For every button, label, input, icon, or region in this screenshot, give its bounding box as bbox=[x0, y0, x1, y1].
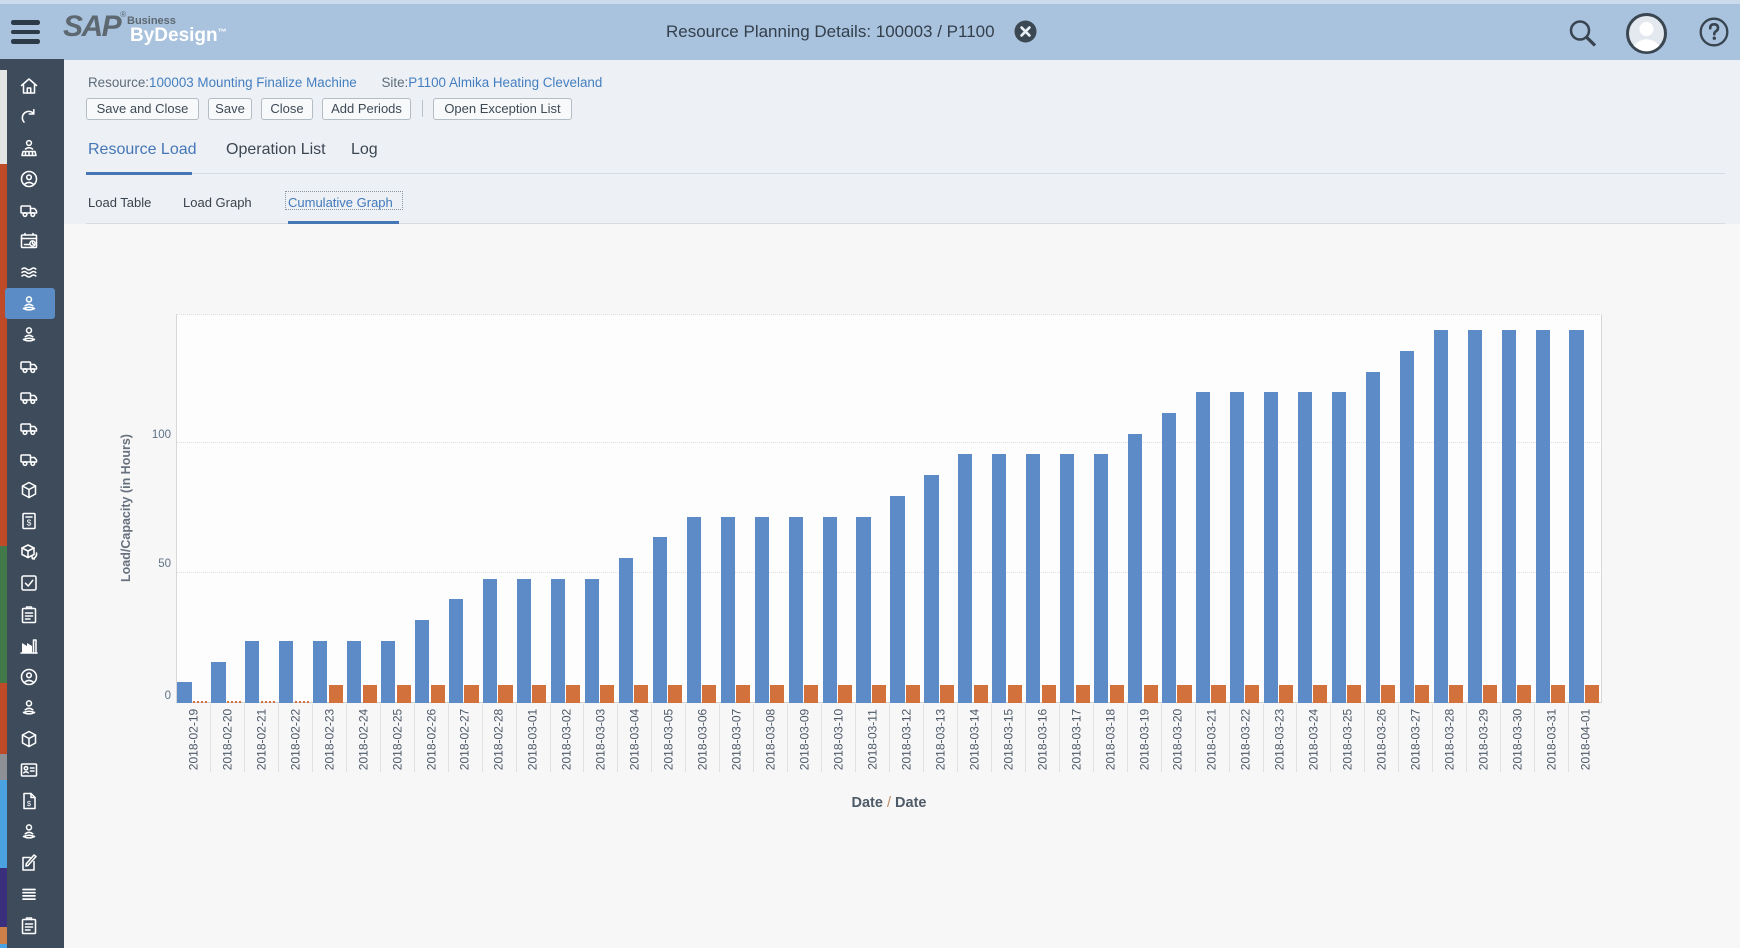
svg-text:$: $ bbox=[27, 518, 32, 528]
svg-text:$: $ bbox=[27, 799, 32, 808]
